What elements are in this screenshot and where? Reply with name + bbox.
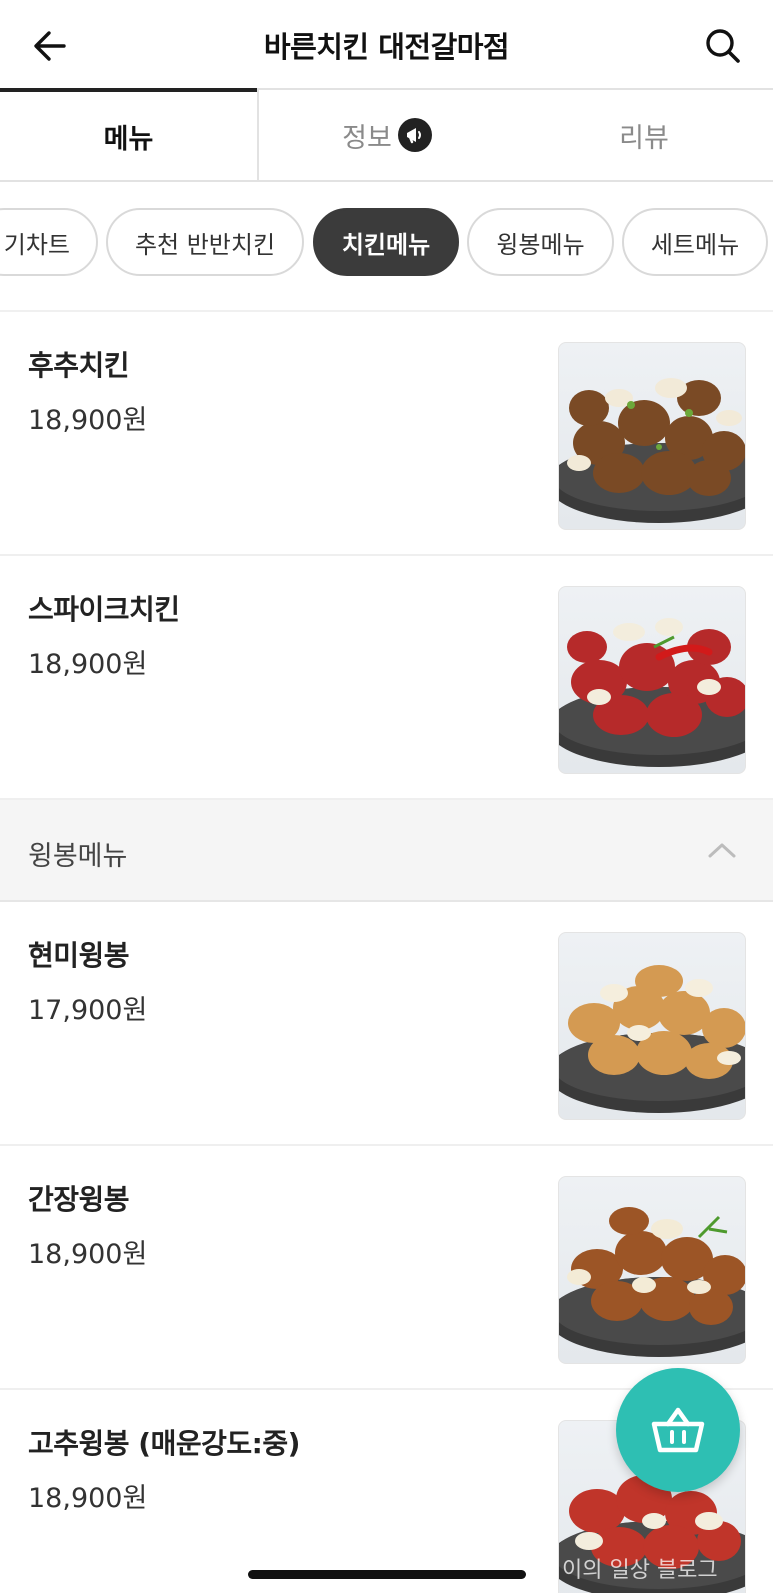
search-icon — [706, 29, 740, 63]
tab-reviews-label: 리뷰 — [619, 122, 669, 154]
chevron-up-icon — [708, 843, 736, 858]
home-indicator — [248, 1570, 526, 1579]
tab-info[interactable]: 정보 — [257, 88, 515, 180]
chip-label: 치킨메뉴 — [341, 230, 431, 259]
app-screen: 바른치킨 대전갈마점 메뉴 정보 리뷰 기차트 추천 반반치킨 치킨메뉴 윙봉메… — [0, 0, 773, 1593]
blog-watermark: 이의 일상 블로그 — [562, 1558, 718, 1583]
item-price: 18,900원 — [28, 405, 148, 436]
chip-popular-chart[interactable]: 기차트 — [0, 208, 98, 276]
chip-label: 윙봉메뉴 — [496, 230, 585, 259]
item-name: 간장윙봉 — [28, 1183, 130, 1216]
item-price: 18,900원 — [28, 1483, 148, 1514]
item-name: 고추윙봉 (매운강도:중) — [28, 1427, 300, 1460]
tab-info-label: 정보 — [342, 122, 392, 154]
item-price: 18,900원 — [28, 649, 148, 680]
cart-button[interactable] — [616, 1368, 740, 1492]
tab-reviews[interactable]: 리뷰 — [515, 88, 773, 180]
basket-icon — [651, 1407, 705, 1453]
megaphone-icon — [397, 118, 432, 152]
chip-set-menu[interactable]: 세트메뉴 — [622, 208, 768, 276]
chip-recommended-half[interactable]: 추천 반반치킨 — [106, 208, 304, 276]
chip-wing-menu[interactable]: 윙봉메뉴 — [467, 208, 614, 276]
tab-menu-label: 메뉴 — [103, 123, 154, 155]
item-name: 현미윙봉 — [28, 939, 130, 972]
top-bar: 바른치킨 대전갈마점 — [0, 0, 773, 92]
menu-item[interactable]: 간장윙봉 18,900원 — [0, 1148, 773, 1390]
menu-item[interactable]: 후추치킨 18,900원 — [0, 314, 773, 556]
spike-chicken-photo — [558, 586, 746, 774]
chip-label: 추천 반반치킨 — [134, 230, 276, 259]
menu-item[interactable]: 스파이크치킨 18,900원 — [0, 558, 773, 800]
soy-wings-photo — [558, 1176, 746, 1364]
tab-menu[interactable]: 메뉴 — [0, 88, 257, 180]
pepper-chicken-photo — [558, 342, 746, 530]
section-title: 윙봉메뉴 — [28, 841, 128, 872]
chip-label: 세트메뉴 — [650, 230, 740, 259]
item-price: 18,900원 — [28, 1239, 148, 1270]
chip-chicken-menu[interactable]: 치킨메뉴 — [313, 208, 459, 276]
item-name: 스파이크치킨 — [28, 593, 180, 626]
search-button[interactable] — [699, 22, 747, 70]
item-name: 후추치킨 — [28, 349, 130, 382]
brown-rice-wings-photo — [558, 932, 746, 1120]
item-price: 17,900원 — [28, 995, 148, 1026]
category-chips: 기차트 추천 반반치킨 치킨메뉴 윙봉메뉴 세트메뉴 — [0, 182, 773, 312]
tab-bar: 메뉴 정보 리뷰 — [0, 88, 773, 182]
menu-item[interactable]: 현미윙봉 17,900원 — [0, 904, 773, 1146]
section-header-wings[interactable]: 윙봉메뉴 — [0, 800, 773, 902]
chip-label: 기차트 — [3, 230, 70, 259]
page-title: 바른치킨 대전갈마점 — [263, 30, 510, 64]
